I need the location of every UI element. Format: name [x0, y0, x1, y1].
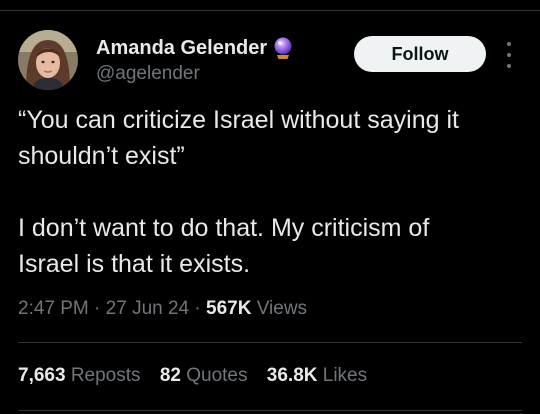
likes-stat[interactable]: 36.8K Likes	[267, 365, 367, 386]
quotes-label: Quotes	[186, 365, 248, 386]
tweet-time[interactable]: 2:47 PM	[18, 298, 89, 319]
reposts-count: 7,663	[18, 365, 66, 386]
likes-label: Likes	[322, 365, 368, 386]
reposts-stat[interactable]: 7,663 Reposts	[18, 365, 141, 386]
quotes-stat[interactable]: 82 Quotes	[160, 365, 248, 386]
separator: ·	[88, 298, 106, 319]
reposts-label: Reposts	[70, 365, 141, 386]
author-display-name[interactable]: Amanda Gelender	[96, 37, 267, 60]
tweet-meta: 2:47 PM · 27 Jun 24 · 567K Views	[18, 298, 307, 320]
crystal-ball-icon	[271, 36, 295, 60]
dot	[507, 64, 511, 68]
top-divider	[0, 10, 540, 11]
views-count: 567K	[206, 298, 252, 319]
author-handle[interactable]: @agelender	[96, 63, 200, 85]
views-label: Views	[251, 298, 308, 319]
separator: ·	[189, 298, 207, 319]
tweet-text-line: I don’t want to do that. My criticism of	[18, 214, 430, 242]
tweet-text-line: “You can criticize Israel without saying…	[18, 106, 459, 134]
tweet-text-line: shouldn’t exist”	[18, 142, 185, 170]
dot	[507, 42, 511, 46]
more-vertical-icon[interactable]	[502, 42, 516, 68]
tweet-date[interactable]: 27 Jun 24	[106, 298, 189, 319]
divider	[18, 342, 522, 343]
profile-photo-icon	[18, 30, 78, 90]
quotes-count: 82	[159, 365, 181, 386]
author-name-row: Amanda Gelender	[96, 36, 295, 60]
tweet-stats: 7,663 Reposts 82 Quotes 36.8K Likes	[18, 365, 381, 387]
likes-count: 36.8K	[266, 365, 318, 386]
tweet-text-line: Israel is that it exists.	[18, 250, 251, 278]
tweet-text: “You can criticize Israel without saying…	[18, 102, 528, 282]
follow-button[interactable]: Follow	[354, 36, 486, 72]
dot	[507, 53, 511, 57]
divider	[18, 410, 522, 411]
avatar[interactable]	[18, 30, 78, 90]
